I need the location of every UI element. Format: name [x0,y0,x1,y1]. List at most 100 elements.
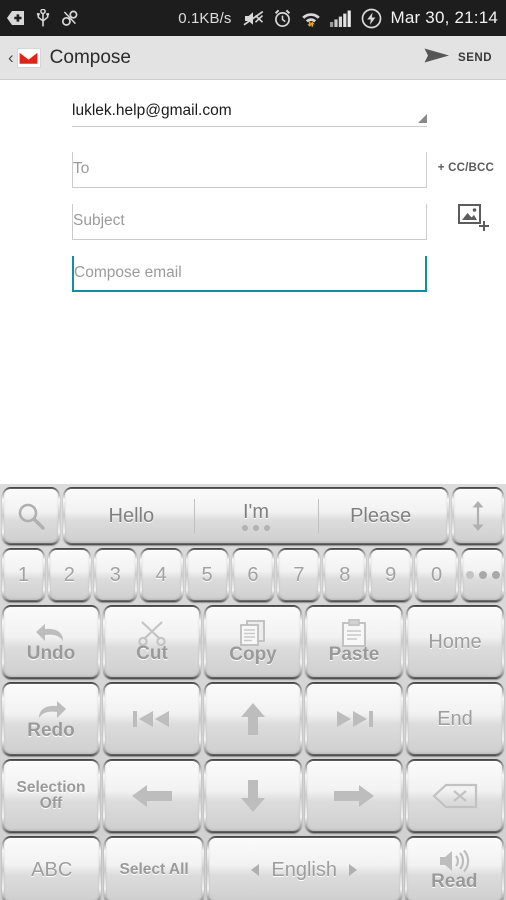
to-field[interactable]: To [72,152,427,188]
arrow-down-icon [239,778,267,814]
key-label: 5 [201,563,213,586]
key-label: ABC [31,858,73,881]
mute-icon [243,10,264,27]
number-row: 1 2 3 4 5 6 7 8 9 0 [2,548,504,602]
phone-screen: 0.1KB/s Mar 30, 21:14 ‹ Compose SEND luk… [0,0,506,900]
key-label: Cut [136,643,168,665]
suggestion-label: I'm [242,501,270,523]
send-label: SEND [458,51,492,64]
language-label: English [271,858,338,881]
wifi-icon [301,9,321,27]
edit-row-1: Undo Cut Copy Paste Home [2,605,504,679]
compose-form: luklek.help@gmail.com To + CC/BCC Subjec… [0,80,506,484]
key-label: 1 [17,563,30,586]
send-arrow-icon [423,46,451,70]
edit-row-3: Selection Off [2,759,504,833]
network-speed-label: 0.1KB/s [178,9,232,27]
charging-icon [361,8,382,29]
keyboard-resize-key[interactable] [452,487,504,545]
subject-placeholder: Subject [73,212,125,229]
key-5[interactable]: 5 [185,548,229,602]
key-arrow-down[interactable] [204,759,302,833]
link-icon [61,9,79,27]
suggestion-item[interactable]: Please [318,489,443,543]
key-8[interactable]: 8 [323,548,367,602]
back-button[interactable]: ‹ [6,48,17,68]
key-undo[interactable]: Undo [2,605,100,679]
gmail-icon[interactable] [16,47,41,68]
key-prev-word[interactable] [103,682,201,756]
key-label: 6 [247,563,259,586]
download-badge-icon [6,10,25,26]
key-paste[interactable]: Paste [305,605,403,679]
alarm-icon [273,9,292,28]
key-6[interactable]: 6 [231,548,275,602]
key-redo[interactable]: Redo [2,682,100,756]
triangle-left-icon[interactable] [251,863,260,876]
key-select-all[interactable]: Select All [104,836,204,900]
on-screen-keyboard: Hello I'm Please 1 2 3 4 5 6 7 8 9 0 Und… [0,484,506,900]
dropdown-caret-icon [418,114,427,123]
key-language-switch[interactable]: English [206,836,402,900]
key-read-aloud[interactable]: Read [404,836,505,900]
key-abc[interactable]: ABC [2,836,102,900]
backspace-icon [432,783,478,809]
arrow-right-icon [332,782,376,810]
key-label: 3 [109,563,121,586]
page-title: Compose [49,46,131,68]
status-bar: 0.1KB/s Mar 30, 21:14 [0,0,506,36]
key-cut[interactable]: Cut [103,605,201,679]
key-3[interactable]: 3 [93,548,137,602]
suggestion-item[interactable]: Hello [69,489,194,543]
key-label: Home [428,630,482,653]
suggestion-item[interactable]: I'm [193,489,319,543]
clipboard-icon [341,619,367,648]
key-label: End [437,707,473,730]
key-end[interactable]: End [406,682,504,756]
key-label: Read [431,871,478,893]
to-placeholder: To [73,160,90,177]
key-0[interactable]: 0 [415,548,459,602]
key-arrow-left[interactable] [103,759,201,833]
keyboard-search-key[interactable] [2,487,60,545]
body-field[interactable]: Compose email [72,256,427,292]
key-backspace[interactable] [406,759,504,833]
copy-pages-icon [238,619,268,647]
send-button[interactable]: SEND [423,46,496,70]
key-label: 8 [339,563,351,586]
key-home[interactable]: Home [406,605,504,679]
from-account-spinner[interactable]: luklek.help@gmail.com [72,102,427,127]
status-bar-left-icons [6,8,79,28]
key-1[interactable]: 1 [2,548,45,602]
key-arrow-up[interactable] [204,682,302,756]
signal-icon [329,10,352,27]
cc-bcc-button[interactable]: + CC/BCC [438,162,494,174]
suggestion-label: Please [350,504,412,527]
key-9[interactable]: 9 [369,548,413,602]
triangle-right-icon[interactable] [349,863,358,876]
key-2[interactable]: 2 [47,548,91,602]
key-next-word[interactable] [305,682,403,756]
arrow-up-icon [239,701,267,737]
key-7[interactable]: 7 [277,548,321,602]
add-image-icon[interactable] [458,204,492,239]
key-label: Select All [119,861,189,879]
key-label: Selection Off [16,779,86,812]
key-more[interactable] [461,548,504,602]
search-icon [16,501,46,531]
key-selection-toggle[interactable]: Selection Off [2,759,100,833]
key-4[interactable]: 4 [139,548,183,602]
body-placeholder: Compose email [74,264,182,281]
clock-label: Mar 30, 21:14 [390,8,498,27]
key-label: 9 [385,563,397,586]
skip-forward-icon [332,706,376,732]
subject-field[interactable]: Subject [72,204,427,240]
key-arrow-right[interactable] [305,759,403,833]
key-copy[interactable]: Copy [204,605,302,679]
from-account-value: luklek.help@gmail.com [72,102,232,119]
key-label: Copy [229,644,277,666]
key-label: 7 [293,563,305,586]
usb-icon [36,8,50,28]
key-label: Undo [26,643,76,665]
action-bar: ‹ Compose SEND [0,36,506,80]
